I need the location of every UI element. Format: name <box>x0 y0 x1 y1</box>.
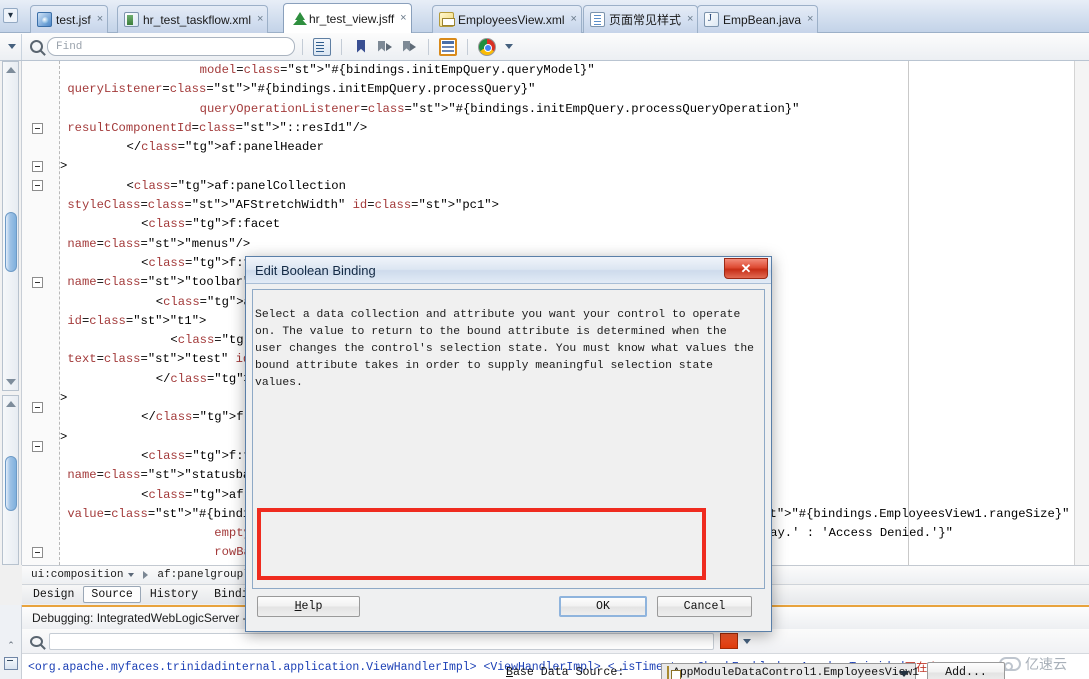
jsff-file-icon <box>290 11 307 26</box>
minimize-log-button[interactable] <box>3 655 19 671</box>
tab-label: 页面常见样式 <box>609 13 682 27</box>
tab-label: EmployeesView.xml <box>458 12 565 27</box>
goto-line-icon[interactable] <box>313 37 331 56</box>
tab-close-icon[interactable]: × <box>807 14 813 25</box>
cancel-button-label: Cancel <box>683 600 726 613</box>
toolbar-divider <box>428 38 429 55</box>
close-icon[interactable]: ✕ <box>724 258 768 279</box>
tab-history[interactable]: History <box>143 587 205 602</box>
java-file-icon <box>704 12 719 27</box>
dialog-description: Select a data collection and attribute y… <box>255 309 754 389</box>
jsf-file-icon <box>37 12 52 27</box>
log-left-rail: ⌃ <box>0 605 22 679</box>
scrollbar-thumb[interactable] <box>5 456 17 511</box>
scrollbar-thumb[interactable] <box>5 212 17 272</box>
tab-label: test.jsf <box>56 12 91 27</box>
toggle-panel-icon[interactable] <box>439 37 457 56</box>
ok-button-label: OK <box>596 600 610 613</box>
toolbar-divider <box>341 38 342 55</box>
log-title: Debugging: IntegratedWebLogicServer - Lo… <box>32 611 270 625</box>
search-input[interactable] <box>47 37 295 56</box>
help-button-label: Help <box>294 600 323 613</box>
toolbar-overflow-button[interactable] <box>2 33 22 60</box>
tab-close-icon[interactable]: × <box>687 14 693 25</box>
chrome-browser-icon[interactable] <box>478 37 496 56</box>
cancel-button[interactable]: Cancel <box>657 596 752 617</box>
tab-label: hr_test_view.jsff <box>309 11 395 26</box>
scroll-up-arrow-icon[interactable]: ⌃ <box>3 637 19 653</box>
editor-left-rail <box>0 61 22 565</box>
editor-right-gutter <box>1074 61 1089 565</box>
fold-toggle[interactable] <box>32 277 43 288</box>
toolbar-divider <box>302 38 303 55</box>
toolbar-divider <box>467 38 468 55</box>
add-button-label: Add... <box>945 666 987 679</box>
previous-bookmark-icon[interactable] <box>400 38 418 56</box>
tab-label: hr_test_taskflow.xml <box>143 12 252 27</box>
chevron-down-icon[interactable] <box>128 572 135 577</box>
log-search-input[interactable] <box>49 632 714 650</box>
code-folding-gutter <box>22 61 60 565</box>
tab-test-jsf[interactable]: test.jsf × <box>30 5 109 33</box>
tab-hr-test-view-jsff[interactable]: hr_test_view.jsff × <box>283 3 412 33</box>
add-button[interactable]: Add... <box>927 662 1005 679</box>
fold-toggle[interactable] <box>32 547 43 558</box>
editor-tab-bar: ▾ test.jsf × hr_test_taskflow.xml × hr_t… <box>0 0 1089 33</box>
panel-icon <box>4 656 18 670</box>
tab-hr-test-taskflow-xml[interactable]: hr_test_taskflow.xml × <box>117 5 269 33</box>
tab-list-button[interactable]: ▾ <box>3 8 18 23</box>
tab-label: EmpBean.java <box>723 12 802 27</box>
xml-file-icon <box>124 12 139 27</box>
tab-close-icon[interactable]: × <box>257 14 263 25</box>
breadcrumb-separator-icon <box>143 570 149 579</box>
dialog-footer: Help OK Cancel <box>252 593 765 625</box>
tab-close-icon[interactable]: × <box>97 14 103 25</box>
fold-toggle[interactable] <box>32 402 43 413</box>
tab-design[interactable]: Design <box>26 587 81 602</box>
code-scrollbar-upper[interactable] <box>2 61 19 391</box>
next-bookmark-icon[interactable] <box>376 38 394 56</box>
field-base-data-source: Base Data Source: AppModuleDataControl1.… <box>506 662 1006 679</box>
tab-employeesview-xml[interactable]: EmployeesView.xml × <box>432 5 582 33</box>
document-icon <box>590 12 605 27</box>
data-control-icon <box>667 665 681 679</box>
tab-source[interactable]: Source <box>83 586 141 603</box>
tab-close-icon[interactable]: × <box>400 13 406 24</box>
chevron-down-icon <box>899 670 909 677</box>
breadcrumb-item-ui-composition[interactable]: ui:composition <box>27 569 138 581</box>
dialog-title: Edit Boolean Binding <box>255 262 376 278</box>
code-scrollbar-lower[interactable] <box>2 395 19 565</box>
scroll-up-arrow-icon[interactable] <box>6 67 16 73</box>
edit-boolean-binding-dialog: Edit Boolean Binding ✕ Select a data col… <box>245 256 1005 679</box>
fold-toggle[interactable] <box>32 441 43 452</box>
base-data-source-combo[interactable]: AppModuleDataControl1.EmployeesView1 <box>661 662 920 679</box>
tab-empbean-java[interactable]: EmpBean.java × <box>697 5 819 33</box>
chevron-down-icon[interactable] <box>743 638 751 644</box>
ok-button[interactable]: OK <box>559 596 647 617</box>
tab-close-icon[interactable]: × <box>571 14 577 25</box>
tab-page-styles[interactable]: 页面常见样式 × <box>583 5 699 33</box>
ide-window: ▾ test.jsf × hr_test_taskflow.xml × hr_t… <box>0 0 1089 679</box>
fold-toggle[interactable] <box>32 123 43 134</box>
dialog-title-bar[interactable]: Edit Boolean Binding ✕ <box>246 257 771 284</box>
fold-toggle[interactable] <box>32 161 43 172</box>
find-control <box>30 37 295 56</box>
watermark-text: 亿速云 <box>1025 656 1067 672</box>
search-icon[interactable] <box>30 635 43 647</box>
help-button[interactable]: Help <box>257 596 360 617</box>
dropdown-caret-icon[interactable] <box>505 44 513 49</box>
editor-toolbar <box>0 33 1089 61</box>
view-definition-icon <box>439 12 455 27</box>
chevron-down-icon <box>7 44 16 49</box>
base-data-source-value: AppModuleDataControl1.EmployeesView1 <box>673 666 920 679</box>
stop-debug-button[interactable] <box>720 633 738 649</box>
breadcrumb-label: ui:composition <box>31 568 124 581</box>
base-data-source-label: Base Data Source: <box>506 666 625 679</box>
log-search-bar <box>22 629 1089 654</box>
scroll-up-arrow-icon[interactable] <box>6 401 16 407</box>
search-icon[interactable] <box>30 40 43 53</box>
bookmark-icon[interactable] <box>352 38 370 56</box>
scroll-down-arrow-icon[interactable] <box>6 379 16 385</box>
fold-toggle[interactable] <box>32 180 43 191</box>
